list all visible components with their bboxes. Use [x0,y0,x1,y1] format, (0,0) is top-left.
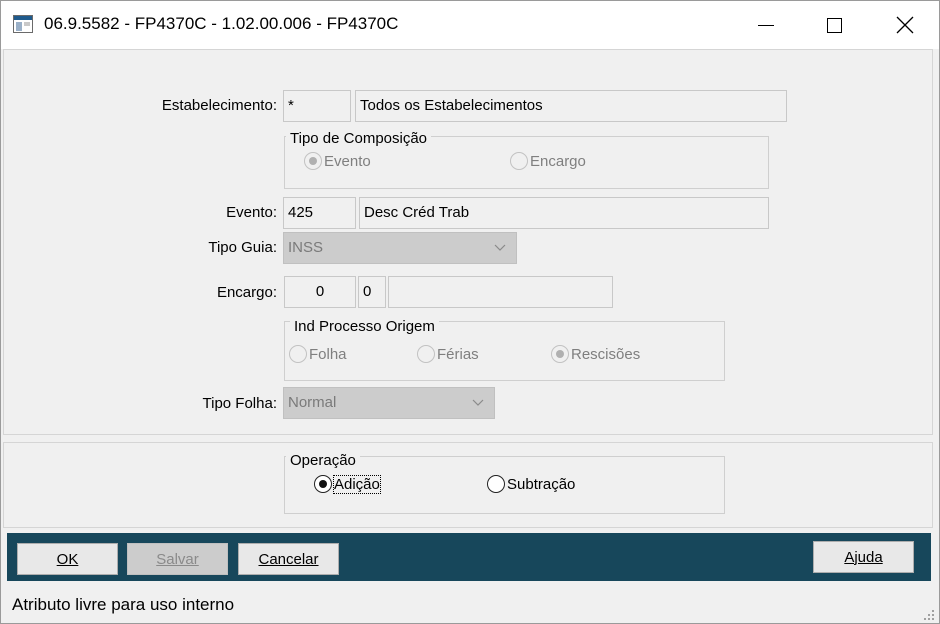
encargo-input-1[interactable]: 0 [284,276,356,308]
status-text: Atributo livre para uso interno [12,595,235,614]
radio-subtracao[interactable]: Subtração [487,475,575,493]
radio-adicao-indicator [314,475,332,493]
radio-rescisoes-indicator [551,345,569,363]
tipo-guia-select[interactable]: INSS [283,232,517,264]
estabelecimento-code-input[interactable]: * [283,90,351,122]
encargo-description [388,276,613,308]
cancelar-button[interactable]: Cancelar [238,543,339,575]
close-button[interactable] [882,1,928,49]
status-bar: Atributo livre para uso interno [1,589,939,623]
radio-ferias-label: Férias [437,345,479,363]
radio-folha[interactable]: Folha [289,345,347,363]
resize-grip-icon[interactable] [923,609,935,621]
tipo-folha-label: Tipo Folha: [202,395,277,412]
ind-processo-origem-title: Ind Processo Origem [290,318,439,335]
radio-encargo-tipo-indicator [510,152,528,170]
cancelar-button-label: Cancelar [258,550,319,568]
ajuda-button-label: Ajuda [844,548,883,566]
radio-encargo-tipo-label: Encargo [530,152,586,170]
ok-button[interactable]: OK [17,543,118,575]
evento-label: Evento: [226,204,277,221]
tipo-guia-value: INSS [288,239,324,256]
radio-subtracao-label: Subtração [507,475,576,493]
estabelecimento-label: Estabelecimento: [161,97,277,114]
ok-button-label: OK [56,550,79,568]
dialog-window: 06.9.5582 - FP4370C - 1.02.00.006 - FP43… [0,0,940,624]
radio-ferias-indicator [417,345,435,363]
radio-subtracao-indicator [487,475,505,493]
salvar-button[interactable]: Salvar [127,543,228,575]
radio-ferias[interactable]: Férias [417,345,479,363]
radio-encargo-tipo[interactable]: Encargo [510,152,586,170]
chevron-down-icon [472,399,484,406]
app-icon [13,15,33,33]
maximize-button[interactable] [811,1,857,49]
estabelecimento-description: Todos os Estabelecimentos [355,90,787,122]
title-bar[interactable]: 06.9.5582 - FP4370C - 1.02.00.006 - FP43… [1,1,939,49]
radio-adicao[interactable]: Adição [314,474,381,494]
radio-folha-indicator [289,345,307,363]
radio-evento-indicator [304,152,322,170]
ajuda-button[interactable]: Ajuda [813,541,914,573]
evento-code-input[interactable]: 425 [283,197,356,229]
minimize-button[interactable] [743,1,789,49]
tipo-composicao-title: Tipo de Composição [286,130,432,147]
tipo-folha-value: Normal [288,394,337,411]
tipo-guia-label: Tipo Guia: [208,239,277,256]
operacao-title: Operação [286,452,360,469]
radio-folha-label: Folha [309,345,347,363]
window-title: 06.9.5582 - FP4370C - 1.02.00.006 - FP43… [44,14,399,33]
minimize-icon [758,24,774,26]
radio-rescisoes-label: Rescisões [571,345,641,363]
radio-evento[interactable]: Evento [304,152,371,170]
maximize-icon [826,17,842,33]
radio-adicao-label: Adição [333,474,381,494]
encargo-label: Encargo: [216,284,277,301]
tipo-folha-select[interactable]: Normal [283,387,495,419]
evento-description: Desc Créd Trab [359,197,769,229]
radio-rescisoes[interactable]: Rescisões [551,345,640,363]
close-icon [896,16,914,34]
encargo-input-2[interactable]: 0 [358,276,386,308]
radio-evento-label: Evento [324,152,371,170]
salvar-button-label: Salvar [156,550,199,568]
chevron-down-icon [494,244,506,251]
